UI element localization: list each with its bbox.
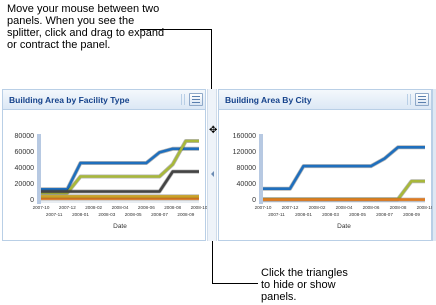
x-tick-label: 2008-04 xyxy=(336,205,353,210)
y-tick-label: 120000 xyxy=(233,149,256,156)
x-tick-label: 2007-11 xyxy=(268,212,285,217)
x-axis-title: Date xyxy=(113,223,127,230)
x-tick-label: 2008-09 xyxy=(403,212,420,217)
panel-menu-icon[interactable] xyxy=(189,93,203,106)
header-separator xyxy=(181,94,182,105)
x-tick-label: 2007-10 xyxy=(33,205,50,210)
y-tick-label: 40000 xyxy=(237,181,257,188)
header-separator xyxy=(407,94,408,105)
header-separator xyxy=(184,94,185,105)
x-tick-label: 2007-12 xyxy=(282,205,299,210)
y-tick-label: 40000 xyxy=(15,165,35,172)
line-chart: 160000 120000 80000 40000 02007-10 2007-11 200… xyxy=(233,133,434,230)
x-tick-label: 2008-04 xyxy=(112,205,129,210)
y-axis-bar xyxy=(37,134,41,204)
x-tick-label: 2008-06 xyxy=(138,205,155,210)
x-tick-label: 2008-07 xyxy=(151,212,168,217)
header-separator xyxy=(410,94,411,105)
leader-line-bottom-vertical xyxy=(212,240,213,284)
x-tick-label: 2008-05 xyxy=(349,212,366,217)
panel-menu-icon[interactable] xyxy=(415,93,429,106)
x-tick-label: 2008-05 xyxy=(125,212,142,217)
callout-triangle-instructions: Click the triangles to hide or show pane… xyxy=(261,267,348,303)
collapse-triangle-icon[interactable] xyxy=(211,171,214,177)
x-tick-label: 2007-12 xyxy=(59,205,76,210)
panel-title: Building Area by Facility Type xyxy=(9,95,130,105)
x-tick-label: 2008-03 xyxy=(98,212,115,217)
x-tick-label: 2008-07 xyxy=(376,212,393,217)
y-tick-label: 20000 xyxy=(15,181,35,188)
series-line-shadow xyxy=(41,146,199,192)
y-tick-label: 160000 xyxy=(233,133,256,140)
y-tick-label: 60000 xyxy=(15,149,35,156)
panel-header: Building Area by Facility Type xyxy=(3,90,205,110)
line-chart: 80000 60000 40000 20000 02007-10 2007-11 2007-… xyxy=(15,133,208,230)
x-tick-label: 2008-01 xyxy=(72,212,89,217)
x-tick-label: 2008-10 xyxy=(191,205,208,210)
resize-cursor-icon: ✥ xyxy=(209,125,218,136)
y-tick-label: 0 xyxy=(252,197,256,204)
y-axis-bar xyxy=(259,134,263,204)
y-tick-label: 80000 xyxy=(15,133,35,140)
x-tick-label: 2007-11 xyxy=(46,212,63,217)
panel-city: Building Area By City 160000 120000 80000 4… xyxy=(218,89,434,241)
y-tick-label: 80000 xyxy=(237,165,257,172)
series-line-shadow xyxy=(263,145,425,191)
panel-facility-type: Building Area by Facility Type 80000 6000… xyxy=(2,89,208,241)
panel-splitter[interactable] xyxy=(207,89,217,241)
x-tick-label: 2008-08 xyxy=(164,205,181,210)
x-tick-label: 2008-02 xyxy=(309,205,326,210)
x-axis-title: Date xyxy=(337,223,351,230)
panel-header: Building Area By City xyxy=(219,90,431,110)
callout-splitter-instructions: Move your mouse between two panels. When… xyxy=(7,3,165,51)
series-line xyxy=(41,147,199,191)
x-tick-label: 2008-01 xyxy=(295,212,312,217)
next-panel-edge xyxy=(432,89,436,241)
leader-line-bottom-horizontal xyxy=(212,283,258,284)
leader-line-top-horizontal xyxy=(140,29,212,30)
y-tick-label: 0 xyxy=(30,197,34,204)
x-tick-label: 2008-06 xyxy=(363,205,380,210)
x-tick-label: 2008-09 xyxy=(177,212,194,217)
x-tick-label: 2008-08 xyxy=(390,205,407,210)
x-tick-label: 2008-02 xyxy=(85,205,102,210)
x-tick-label: 2007-10 xyxy=(255,205,272,210)
panel-title: Building Area By City xyxy=(225,95,312,105)
x-tick-label: 2008-03 xyxy=(322,212,339,217)
